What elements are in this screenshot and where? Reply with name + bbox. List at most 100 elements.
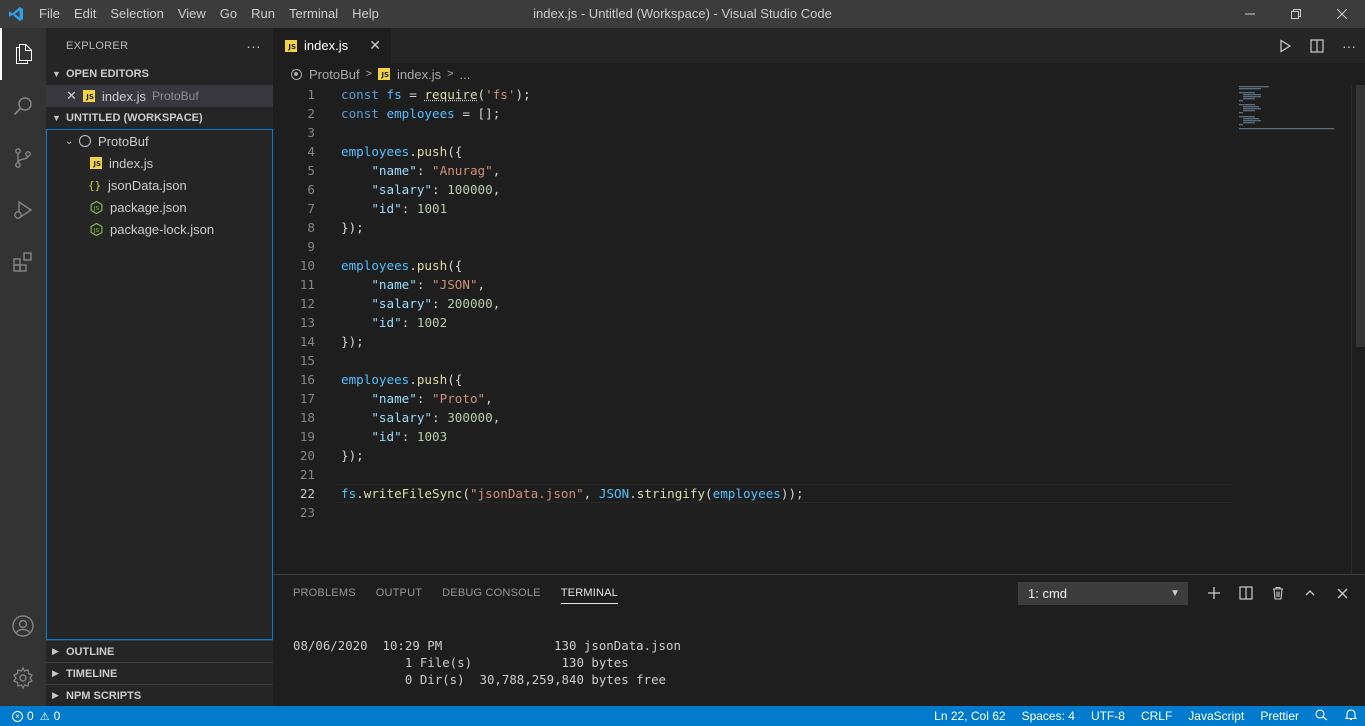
close-icon[interactable] [1326, 581, 1358, 605]
code-line[interactable]: 6 "salary": 100000, [273, 180, 1365, 199]
tab-output[interactable]: OUTPUT [366, 575, 432, 611]
code-line[interactable]: 8}); [273, 218, 1365, 237]
code-line[interactable]: 5 "name": "Anurag", [273, 161, 1365, 180]
code-line[interactable]: 19 "id": 1003 [273, 427, 1365, 446]
open-editor-item[interactable]: ✕ JS index.js ProtoBuf [46, 85, 273, 107]
error-count: 0 [27, 709, 34, 723]
restore-icon[interactable] [1273, 0, 1319, 28]
breadcrumb: ProtoBuf > JS index.js > ... [273, 63, 1365, 85]
activity-bar [0, 28, 46, 706]
editor-scrollbar[interactable] [1351, 85, 1365, 574]
terminal-select[interactable]: 1: cmd ▼ [1018, 582, 1188, 605]
code-line[interactable]: 4 employees.push({ [273, 142, 1365, 161]
menu-go[interactable]: Go [213, 0, 244, 28]
minimap[interactable] [1238, 85, 1338, 145]
code-editor[interactable]: 1 const fs = require('fs'); 2 const employe… [273, 85, 1365, 574]
breadcrumb-folder[interactable]: ProtoBuf [309, 67, 360, 82]
tab-problems[interactable]: PROBLEMS [283, 575, 366, 611]
file-item[interactable]: JS index.js [47, 152, 272, 174]
timeline-header[interactable]: ▶ TIMELINE [46, 662, 273, 684]
file-item[interactable]: {} jsonData.json [47, 174, 272, 196]
tab-terminal[interactable]: TERMINAL [551, 575, 628, 611]
menu-run[interactable]: Run [244, 0, 282, 28]
open-editors-header[interactable]: ▼ OPEN EDITORS [46, 63, 273, 85]
close-window-icon[interactable] [1319, 0, 1365, 28]
feedback-icon[interactable] [1307, 709, 1337, 724]
editor-actions: ··· [1269, 28, 1365, 63]
source-control-icon[interactable] [0, 132, 46, 184]
gear-icon[interactable] [0, 652, 46, 704]
code-line[interactable]: 13 "id": 1002 [273, 313, 1365, 332]
npm-file-icon: JS [90, 223, 103, 236]
code-line[interactable]: 16 employees.push({ [273, 370, 1365, 389]
menu-edit[interactable]: Edit [67, 0, 103, 28]
code-line[interactable]: 21 [273, 465, 1365, 484]
bell-icon[interactable] [1337, 708, 1365, 724]
open-editors-label: OPEN EDITORS [66, 68, 149, 80]
add-terminal-icon[interactable] [1198, 581, 1230, 605]
explorer-header: EXPLORER ··· [46, 28, 273, 63]
run-icon[interactable] [1269, 39, 1301, 53]
folder-protobuf[interactable]: ⌄ ProtoBuf [47, 130, 272, 152]
language-mode[interactable]: JavaScript [1180, 709, 1252, 723]
code-line[interactable]: 12 "salary": 200000, [273, 294, 1365, 313]
menu-view[interactable]: View [171, 0, 213, 28]
split-editor-icon[interactable] [1301, 39, 1333, 53]
code-line[interactable]: 7 "id": 1001 [273, 199, 1365, 218]
code-line[interactable]: 3 [273, 123, 1365, 142]
code-line[interactable]: 17 "name": "Proto", [273, 389, 1365, 408]
minimize-icon[interactable] [1227, 0, 1273, 28]
cursor-position[interactable]: Ln 22, Col 62 [926, 709, 1013, 723]
workspace-header[interactable]: ▼ UNTITLED (WORKSPACE) [46, 107, 273, 129]
more-actions-icon[interactable]: ··· [1333, 38, 1365, 54]
menu-help[interactable]: Help [345, 0, 386, 28]
terminal-output[interactable]: 08/06/2020 10:29 PM 130 jsonData.json 1 … [293, 637, 681, 688]
npm-scripts-header[interactable]: ▶ NPM SCRIPTS [46, 684, 273, 706]
file-item[interactable]: JS package-lock.json [47, 218, 272, 240]
search-icon[interactable] [0, 80, 46, 132]
menu-selection[interactable]: Selection [103, 0, 170, 28]
code-line[interactable]: 11 "name": "JSON", [273, 275, 1365, 294]
close-icon[interactable]: ✕ [369, 37, 381, 54]
explorer-icon[interactable] [0, 28, 46, 80]
breadcrumb-symbol[interactable]: ... [460, 67, 471, 82]
chevron-up-icon[interactable] [1294, 581, 1326, 605]
indentation[interactable]: Spaces: 4 [1014, 709, 1083, 723]
tab-label: PROBLEMS [293, 587, 356, 599]
code-line[interactable]: 22 fs.writeFileSync("jsonData.json", JSON… [273, 484, 1365, 503]
code-line[interactable]: 9 [273, 237, 1365, 256]
menu-file[interactable]: File [32, 0, 67, 28]
code-line[interactable]: 14}); [273, 332, 1365, 351]
warning-icon: ⚠ [40, 710, 50, 723]
trash-icon[interactable] [1262, 581, 1294, 605]
run-debug-icon[interactable] [0, 184, 46, 236]
code-line[interactable]: 18 "salary": 300000, [273, 408, 1365, 427]
scrollbar-thumb[interactable] [1356, 85, 1365, 347]
code-line[interactable]: 20}); [273, 446, 1365, 465]
svg-text:JS: JS [93, 205, 100, 211]
file-item[interactable]: JS package.json [47, 196, 272, 218]
encoding[interactable]: UTF-8 [1083, 709, 1133, 723]
problems-status[interactable]: × 0 ⚠ 0 [0, 709, 60, 723]
code-line[interactable]: 1 const fs = require('fs'); [273, 85, 1365, 104]
code-line[interactable]: 2 const employees = []; [273, 104, 1365, 123]
accounts-icon[interactable] [0, 600, 46, 652]
formatter[interactable]: Prettier [1252, 709, 1307, 723]
line-ending[interactable]: CRLF [1133, 709, 1180, 723]
code-text: }); [341, 218, 364, 237]
extensions-icon[interactable] [0, 236, 46, 288]
json-file-icon: {} [88, 179, 102, 192]
line-number: 13 [273, 313, 315, 332]
line-number: 10 [273, 256, 315, 275]
menu-terminal[interactable]: Terminal [282, 0, 345, 28]
code-line[interactable]: 10 employees.push({ [273, 256, 1365, 275]
breadcrumb-file[interactable]: index.js [397, 67, 441, 82]
outline-header[interactable]: ▶ OUTLINE [46, 640, 273, 662]
close-icon[interactable]: ✕ [66, 88, 77, 104]
code-line[interactable]: 15 [273, 351, 1365, 370]
tab-index-js[interactable]: JS index.js ✕ [273, 28, 391, 63]
more-actions-icon[interactable]: ··· [246, 38, 261, 54]
tab-debug-console[interactable]: DEBUG CONSOLE [432, 575, 551, 611]
code-line[interactable]: 23 [273, 503, 1365, 522]
split-terminal-icon[interactable] [1230, 581, 1262, 605]
